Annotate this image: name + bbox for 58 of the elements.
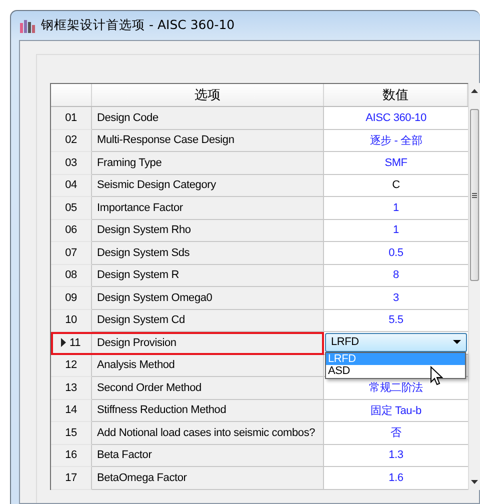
scroll-down-icon[interactable]: [471, 480, 478, 484]
column-header[interactable]: 选项: [92, 84, 324, 106]
option-value: 5.5: [388, 314, 404, 326]
row-number: 15: [65, 426, 77, 439]
option-label: Beta Factor: [97, 449, 152, 462]
option-value: C: [392, 179, 400, 192]
option-value: 1.3: [388, 449, 404, 462]
option-label: BetaOmega Factor: [97, 472, 187, 484]
option-value: 常规二阶法: [368, 381, 423, 396]
option-label: Stiffness Reduction Method: [97, 404, 226, 416]
row-number: 10: [65, 314, 77, 326]
option-value: 3: [393, 292, 399, 304]
option-label: Second Order Method: [97, 382, 202, 394]
option-label: Design System Sds: [97, 246, 190, 259]
option-value: 逐步 - 全部: [370, 134, 422, 148]
option-value: 固定 Tau-b: [370, 404, 422, 418]
option-label: Analysis Method: [97, 359, 175, 372]
row-number: 01: [65, 112, 77, 124]
option-label: Design Provision: [97, 336, 176, 349]
row-number: 08: [65, 269, 77, 282]
dropdown-option[interactable]: ASD: [326, 365, 465, 378]
option-value: 否: [390, 426, 402, 440]
row-number: 04: [65, 179, 77, 192]
scroll-up-icon[interactable]: [471, 89, 478, 93]
row-number: 09: [65, 292, 77, 304]
row-number: 12: [65, 359, 77, 372]
window-title: 钢框架设计首选项 - AISC 360-10: [41, 17, 235, 34]
row-number: 07: [65, 246, 77, 259]
option-value: 8: [393, 269, 399, 282]
option-value: 1: [393, 224, 399, 236]
option-label: Design System Omega0: [97, 292, 212, 304]
option-label: Importance Factor: [97, 202, 183, 214]
option-value: 1: [393, 202, 399, 214]
row-number: 02: [65, 134, 77, 146]
row-number: 14: [65, 404, 77, 416]
value-dropdown[interactable]: LRFD: [325, 333, 467, 352]
row-number: 11: [69, 336, 81, 349]
row-number: 05: [65, 202, 77, 214]
caret-icon: [453, 340, 461, 344]
row-number: 03: [65, 156, 77, 169]
option-label: Multi-Response Case Design: [97, 134, 234, 146]
row-number: 16: [65, 449, 77, 462]
option-label: Design System Rho: [97, 224, 191, 236]
row-number: 13: [65, 382, 77, 394]
option-label: Design System Cd: [97, 314, 185, 326]
option-value: SMF: [384, 156, 408, 169]
option-label: Add Notional load cases into seismic combos?: [97, 426, 316, 439]
option-label: Design System R: [97, 269, 179, 282]
row-number: 17: [65, 472, 77, 484]
option-label: Seismic Design Category: [97, 179, 216, 192]
scroll-thumb[interactable]: [470, 109, 480, 281]
row-number: 06: [65, 224, 77, 236]
app-icon: [20, 18, 36, 32]
option-label: Framing Type: [97, 156, 162, 169]
option-value: AISC 360-10: [366, 112, 426, 124]
option-value: 0.5: [388, 246, 404, 259]
option-value: 1.6: [388, 472, 404, 484]
option-label: Design Code: [97, 112, 158, 124]
